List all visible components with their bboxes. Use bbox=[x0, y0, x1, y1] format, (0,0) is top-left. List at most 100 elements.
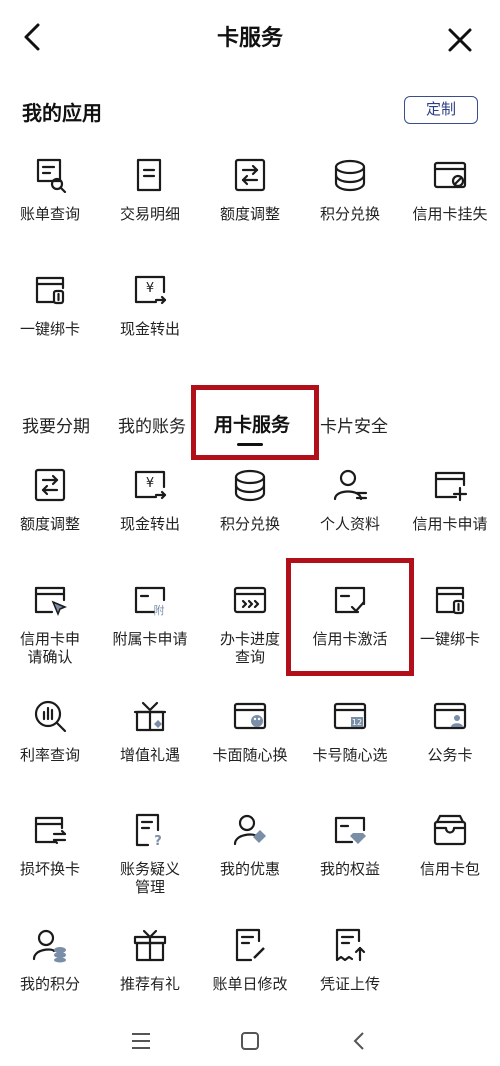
cash-transfer-icon: ¥ bbox=[134, 275, 167, 305]
user-coins-icon bbox=[32, 929, 66, 963]
app-item-label: 现金转出 bbox=[119, 320, 180, 338]
rate-search-icon bbox=[34, 700, 67, 733]
app-item-label: 增值礼遇 bbox=[119, 746, 180, 764]
app-item-label: 办卡进度 查询 bbox=[219, 630, 280, 666]
app-item-label: 个人资料 bbox=[319, 515, 380, 533]
app-item-label: 交易明细 bbox=[119, 205, 180, 223]
gift-icon bbox=[132, 698, 168, 734]
close-icon bbox=[448, 28, 472, 52]
bill-search-icon bbox=[36, 158, 67, 193]
app-item-label: 信用卡申请 bbox=[412, 515, 488, 533]
card-block-icon bbox=[432, 157, 468, 193]
card-number-icon: 12 bbox=[332, 698, 368, 734]
rate-search-icon bbox=[32, 698, 68, 734]
card-diamond-icon bbox=[334, 816, 366, 844]
card-block-icon bbox=[433, 161, 467, 189]
app-item-label: 账单日修改 bbox=[212, 975, 288, 993]
doc-question-icon: ? bbox=[132, 812, 168, 848]
user-coins-icon bbox=[32, 927, 68, 963]
card-diamond-icon bbox=[332, 812, 368, 848]
app-item-label: 积分兑换 bbox=[219, 515, 280, 533]
doc-edit-icon bbox=[232, 927, 268, 963]
card-number-icon: 12 bbox=[333, 702, 367, 730]
my-apps-title: 我的应用 bbox=[22, 101, 102, 125]
swap-arrows-icon bbox=[232, 157, 268, 193]
document-list-icon bbox=[132, 157, 168, 193]
menu-icon bbox=[132, 1033, 150, 1049]
card-link-icon bbox=[35, 276, 65, 305]
app-item-label: 信用卡包 bbox=[419, 860, 480, 878]
gift-icon bbox=[133, 701, 167, 732]
tab-installment[interactable]: 我要分期 bbox=[22, 412, 90, 437]
wallet-icon bbox=[433, 814, 467, 846]
user-tag-icon bbox=[232, 812, 268, 848]
coin-stack-icon bbox=[334, 159, 366, 192]
receipt-upload-icon bbox=[335, 928, 366, 962]
bill-search-icon bbox=[32, 157, 68, 193]
card-progress-icon bbox=[233, 586, 267, 614]
app-item-label: 额度调整 bbox=[19, 515, 80, 533]
user-profile-icon bbox=[332, 467, 368, 503]
coin-stack-icon bbox=[332, 157, 368, 193]
doc-question-icon: ? bbox=[135, 813, 162, 848]
svg-text:附: 附 bbox=[154, 603, 165, 617]
app-item-label: 公务卡 bbox=[427, 746, 473, 764]
nav-back-button[interactable] bbox=[346, 1028, 372, 1054]
card-cursor-icon bbox=[34, 586, 67, 616]
app-item-label: 信用卡挂失 bbox=[412, 205, 488, 223]
svg-text:¥: ¥ bbox=[146, 281, 154, 296]
home-square-icon bbox=[241, 1032, 259, 1050]
app-item-label: 账务疑义 管理 bbox=[119, 860, 180, 896]
card-link-icon bbox=[435, 586, 465, 615]
app-item-label: 卡面随心换 bbox=[212, 746, 288, 764]
cash-transfer-icon: ¥ bbox=[132, 272, 168, 308]
app-item-label: 一键绑卡 bbox=[19, 320, 80, 338]
app-item-label: 附属卡申请 bbox=[112, 630, 188, 648]
home-button[interactable] bbox=[237, 1028, 263, 1054]
card-person-icon bbox=[432, 698, 468, 734]
app-item-label: 推荐有礼 bbox=[119, 975, 180, 993]
app-item-label: 现金转出 bbox=[119, 515, 180, 533]
card-attach-icon: 附 bbox=[134, 586, 166, 617]
gift-box-icon bbox=[133, 929, 167, 962]
app-item-label: 我的积分 bbox=[19, 975, 80, 993]
swap-arrows-icon bbox=[234, 158, 266, 192]
card-person-icon bbox=[433, 702, 467, 730]
app-item-label: 我的优惠 bbox=[219, 860, 280, 878]
app-item-label: 额度调整 bbox=[219, 205, 280, 223]
receipt-upload-icon bbox=[332, 927, 368, 963]
app-item-label: 积分兑换 bbox=[319, 205, 380, 223]
page-title: 卡服务 bbox=[216, 26, 283, 51]
svg-text:12: 12 bbox=[352, 718, 362, 727]
swap-arrows-icon bbox=[32, 467, 68, 503]
card-exchange-icon bbox=[34, 816, 67, 845]
tab-card-security[interactable]: 卡片安全 bbox=[320, 412, 388, 437]
cash-transfer-icon: ¥ bbox=[134, 470, 167, 500]
card-attach-icon: 附 bbox=[132, 582, 168, 618]
card-add-icon bbox=[432, 467, 468, 503]
activation-highlight-box bbox=[286, 558, 414, 676]
app-item-label: 损坏换卡 bbox=[19, 860, 80, 878]
menu-button[interactable] bbox=[128, 1028, 154, 1054]
app-item-label: 一键绑卡 bbox=[419, 630, 480, 648]
cash-transfer-icon: ¥ bbox=[132, 467, 168, 503]
gift-box-icon bbox=[132, 927, 168, 963]
document-list-icon bbox=[136, 158, 162, 192]
user-tag-icon bbox=[233, 814, 266, 846]
customize-button[interactable]: 定制 bbox=[404, 96, 478, 124]
app-item-label: 信用卡申 请确认 bbox=[19, 630, 80, 666]
svg-text:¥: ¥ bbox=[146, 476, 154, 491]
doc-edit-icon bbox=[235, 928, 265, 962]
swap-arrows-icon bbox=[34, 468, 66, 502]
tab-my-account[interactable]: 我的账务 bbox=[118, 412, 186, 437]
app-item-label: 凭证上传 bbox=[319, 975, 380, 993]
card-add-icon bbox=[434, 471, 468, 502]
wallet-icon bbox=[432, 812, 468, 848]
card-link-icon bbox=[32, 272, 68, 308]
svg-text:?: ? bbox=[154, 834, 162, 848]
coin-stack-icon bbox=[232, 467, 268, 503]
card-cursor-icon bbox=[32, 582, 68, 618]
user-profile-icon bbox=[333, 469, 368, 501]
card-progress-icon bbox=[232, 582, 268, 618]
close-button[interactable] bbox=[446, 26, 474, 54]
